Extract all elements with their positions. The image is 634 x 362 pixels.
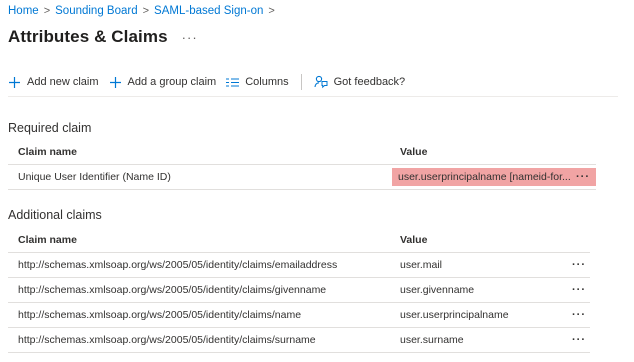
feedback-icon: [314, 75, 328, 89]
claim-value-cell: user.userprincipalname [nameid-for... ··…: [390, 164, 596, 190]
required-claim-heading: Required claim: [8, 121, 92, 135]
column-header-claim-name: Claim name: [8, 140, 390, 165]
table-row[interactable]: http://schemas.xmlsoap.org/ws/2005/05/id…: [8, 277, 590, 303]
table-row[interactable]: http://schemas.xmlsoap.org/ws/2005/05/id…: [8, 327, 590, 353]
table-row[interactable]: http://schemas.xmlsoap.org/ws/2005/05/id…: [8, 302, 590, 328]
row-more-button[interactable]: ···: [572, 309, 586, 321]
claim-value-cell: user.givenname: [390, 277, 558, 303]
page-title: Attributes & Claims: [8, 27, 168, 46]
row-actions-cell: ···: [558, 252, 590, 278]
row-actions-cell: ···: [558, 327, 590, 353]
columns-button[interactable]: Columns: [226, 70, 289, 94]
column-header-actions: [558, 228, 590, 253]
toolbar-divider: [300, 74, 302, 90]
plus-icon: [8, 76, 21, 89]
add-group-claim-label: Add a group claim: [127, 76, 217, 88]
highlighted-value: user.userprincipalname [nameid-for... ··…: [392, 168, 596, 186]
add-new-claim-label: Add new claim: [27, 76, 99, 88]
columns-label: Columns: [245, 76, 289, 88]
claim-name-cell: http://schemas.xmlsoap.org/ws/2005/05/id…: [8, 302, 390, 328]
column-header-value: Value: [390, 140, 596, 165]
table-row[interactable]: Unique User Identifier (Name ID) user.us…: [8, 164, 596, 190]
row-more-button[interactable]: ···: [572, 259, 586, 271]
row-more-button[interactable]: ···: [572, 334, 586, 346]
add-new-claim-button[interactable]: Add new claim: [8, 70, 99, 94]
plus-icon: [109, 76, 122, 89]
column-header-value: Value: [390, 228, 558, 253]
page-more-button[interactable]: ···: [182, 30, 198, 45]
title-row: Attributes & Claims ···: [8, 27, 198, 47]
row-actions-cell: ···: [558, 302, 590, 328]
feedback-label: Got feedback?: [333, 76, 406, 88]
table-header-row: Claim name Value: [8, 140, 596, 165]
claim-value-cell: user.mail: [390, 252, 558, 278]
command-bar: Add new claim Add a group claim Columns …: [8, 68, 618, 97]
claim-name-cell: http://schemas.xmlsoap.org/ws/2005/05/id…: [8, 327, 390, 353]
claim-name-cell: http://schemas.xmlsoap.org/ws/2005/05/id…: [8, 252, 390, 278]
breadcrumb-home[interactable]: Home: [8, 5, 39, 17]
column-header-claim-name: Claim name: [8, 228, 390, 253]
claim-value-text: user.userprincipalname [nameid-for...: [398, 171, 571, 183]
add-group-claim-button[interactable]: Add a group claim: [109, 70, 217, 94]
additional-claims-heading: Additional claims: [8, 208, 102, 222]
row-more-button[interactable]: ···: [572, 284, 586, 296]
claim-name-cell: Unique User Identifier (Name ID): [8, 164, 390, 190]
table-row[interactable]: http://schemas.xmlsoap.org/ws/2005/05/id…: [8, 252, 590, 278]
row-actions-cell: ···: [558, 277, 590, 303]
columns-icon: [226, 77, 240, 88]
breadcrumb-separator: >: [268, 5, 275, 17]
claim-value-cell: user.userprincipalname: [390, 302, 558, 328]
breadcrumb-separator: >: [142, 5, 150, 17]
claim-name-cell: http://schemas.xmlsoap.org/ws/2005/05/id…: [8, 277, 390, 303]
feedback-button[interactable]: Got feedback?: [314, 70, 406, 94]
breadcrumb: Home > Sounding Board > SAML-based Sign-…: [8, 5, 280, 17]
additional-claims-table: Claim name Value http://schemas.xmlsoap.…: [8, 228, 590, 353]
breadcrumb-saml-sign-on[interactable]: SAML-based Sign-on: [154, 5, 263, 17]
breadcrumb-sounding-board[interactable]: Sounding Board: [55, 5, 137, 17]
table-header-row: Claim name Value: [8, 228, 590, 253]
claim-value-cell: user.surname: [390, 327, 558, 353]
breadcrumb-separator: >: [43, 5, 51, 17]
required-claim-table: Claim name Value Unique User Identifier …: [8, 140, 596, 190]
row-more-button[interactable]: ···: [576, 171, 590, 183]
